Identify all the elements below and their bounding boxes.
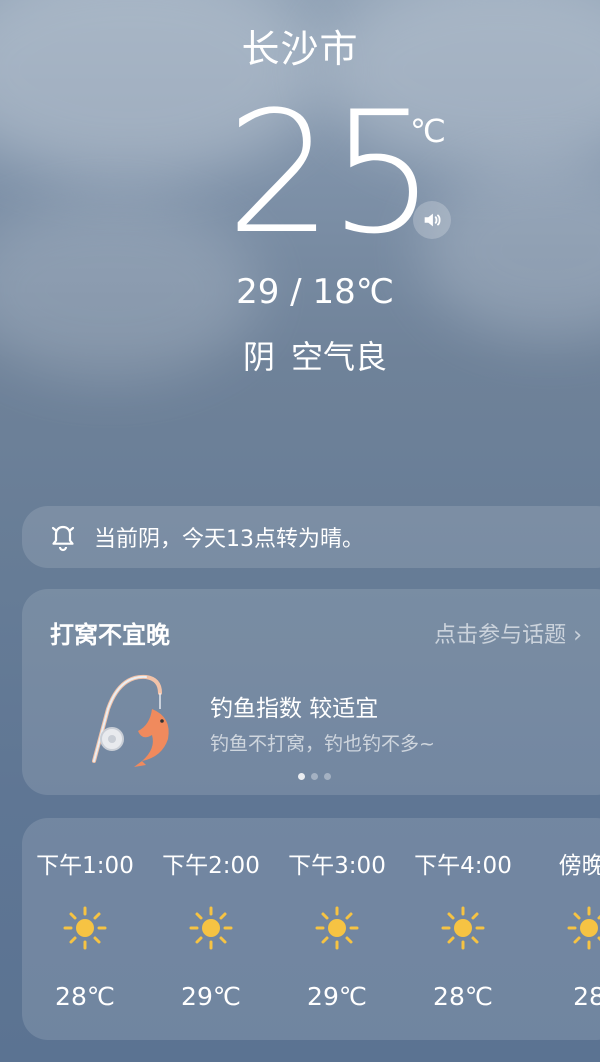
fishing-index-title: 钓鱼指数 较适宜 <box>210 696 379 722</box>
hourly-time: 傍晚5 <box>558 853 600 879</box>
topic-card[interactable]: 打窝不宜晚 点击参与话题 › 钓鱼指数 较适宜 钓鱼不打窝，钓也钓不多~ <box>22 589 600 795</box>
weather-condition: 阴 <box>242 338 275 376</box>
speaker-icon <box>424 213 441 227</box>
weather-condition-line: 阴空气良 <box>0 332 600 378</box>
hourly-temp: 28 <box>573 982 600 1011</box>
weather-alert-card[interactable]: 当前阴，今天13点转为晴。 <box>22 506 600 568</box>
page-dot <box>324 773 331 780</box>
hourly-item: 傍晚5 28 <box>529 846 600 1011</box>
hourly-temp: 29℃ <box>181 982 241 1011</box>
speaker-button[interactable] <box>413 201 451 239</box>
join-topic-link[interactable]: 点击参与话题 › <box>434 617 582 649</box>
page-dot-active <box>298 773 305 780</box>
hourly-item: 下午2:00 29℃ <box>151 846 271 1011</box>
hourly-forecast[interactable]: 下午1:00 28℃ 下午2:00 29℃ 下午3:00 29℃ 下午4:00 … <box>22 818 600 1040</box>
page-indicator <box>298 773 331 780</box>
alert-text: 当前阴，今天13点转为晴。 <box>94 527 364 552</box>
hourly-time: 下午4:00 <box>414 853 512 879</box>
cloud-decoration <box>420 160 600 340</box>
fishing-illustration <box>92 674 169 767</box>
hourly-item: 下午1:00 28℃ <box>25 846 145 1011</box>
sun-icon <box>567 906 600 950</box>
current-temperature: 25 <box>226 75 436 271</box>
join-topic-label: 点击参与话题 <box>434 623 567 648</box>
sun-icon <box>441 906 485 950</box>
temperature-range: 29 / 18℃ <box>236 272 394 312</box>
hourly-time: 下午1:00 <box>36 853 134 879</box>
alarm-bell-icon <box>51 525 75 552</box>
temperature-unit: ℃ <box>410 112 446 150</box>
air-quality[interactable]: 空气良 <box>291 338 387 376</box>
hourly-temp: 29℃ <box>307 982 367 1011</box>
hourly-time: 下午2:00 <box>162 853 260 879</box>
topic-title: 打窝不宜晚 <box>50 621 170 649</box>
hourly-temp: 28℃ <box>433 982 493 1011</box>
sun-icon <box>63 906 107 950</box>
sun-icon <box>189 906 233 950</box>
hourly-item: 下午4:00 28℃ <box>403 846 523 1011</box>
hourly-temp: 28℃ <box>55 982 115 1011</box>
hourly-time: 下午3:00 <box>288 853 386 879</box>
hourly-item: 下午3:00 29℃ <box>277 846 397 1011</box>
fishing-index-description: 钓鱼不打窝，钓也钓不多~ <box>210 733 435 755</box>
sun-icon <box>315 906 359 950</box>
chevron-right-icon: › <box>573 623 582 648</box>
city-name[interactable]: 长沙市 <box>0 18 600 73</box>
page-dot <box>311 773 318 780</box>
